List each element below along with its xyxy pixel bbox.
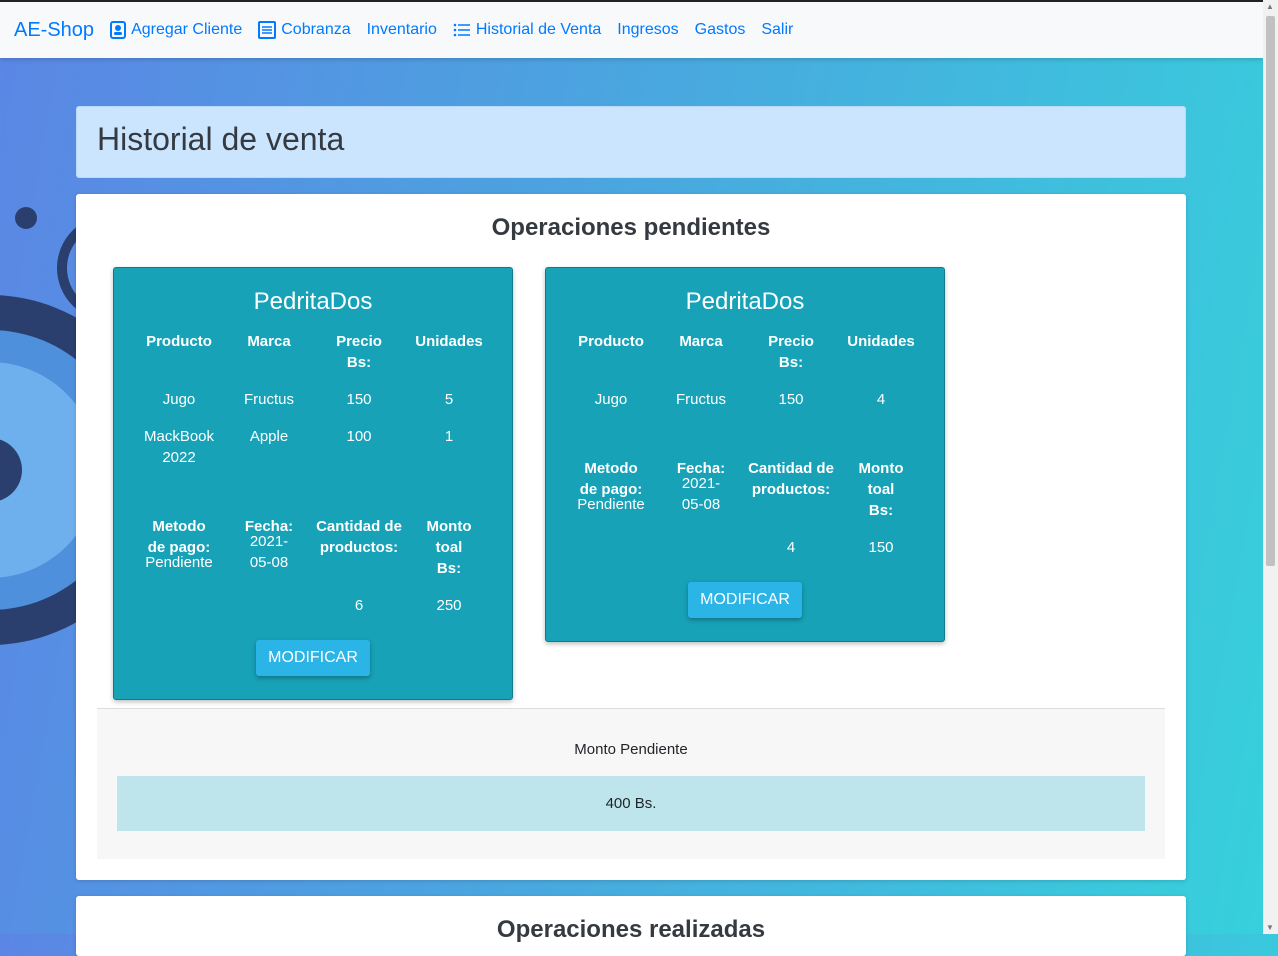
pending-total-footer: Monto Pendiente 400 Bs.	[97, 708, 1165, 859]
section-title: Operaciones realizadas	[496, 916, 766, 943]
pending-amount-label: Monto Pendiente	[574, 741, 688, 758]
summary-table: Metodo de pago: Fecha: Cantidad de produ…	[134, 516, 512, 616]
cell: Pendiente	[145, 554, 213, 571]
products-table: Producto Marca Precio Bs: Unidades Jugo …	[566, 331, 944, 410]
col-header: Unidades	[415, 333, 483, 350]
operation-card: PedritaDos Producto Marca Precio Bs: Uni…	[545, 267, 945, 642]
nav-gastos[interactable]: Gastos	[695, 21, 746, 39]
col-header: Monto toal Bs:	[426, 518, 472, 577]
col-header: Monto toal Bs:	[858, 460, 904, 519]
nav-label: Historial de Venta	[475, 21, 602, 38]
page-title-box: Historial de venta	[76, 106, 1186, 178]
cell: Fructus	[243, 391, 294, 408]
cell: MackBook 2022	[144, 428, 215, 466]
nav-ingresos[interactable]: Ingresos	[617, 21, 678, 39]
col-header: Cantidad de productos:	[748, 460, 834, 498]
list-icon	[453, 23, 470, 37]
nav-label: Ingresos	[617, 21, 679, 38]
modify-button[interactable]: MODIFICAR	[256, 640, 370, 676]
nav-label: Inventario	[366, 21, 437, 38]
person-badge-icon	[110, 21, 127, 39]
cell: Jugo	[594, 391, 628, 408]
cell: 4	[786, 539, 796, 556]
cell: 100	[346, 428, 372, 445]
brand-link[interactable]: AE-Shop	[14, 19, 94, 42]
pending-amount-value: 400 Bs.	[117, 776, 1145, 831]
vertical-scrollbar[interactable]: ▲ ▼	[1263, 0, 1278, 934]
cell: 150	[346, 391, 372, 408]
top-navbar: AE-Shop Agregar Cliente Cobranza Inventa…	[0, 0, 1263, 58]
col-header: Cantidad de productos:	[316, 518, 402, 556]
scrollbar-thumb[interactable]	[1266, 16, 1275, 566]
operation-card: PedritaDos Producto Marca Precio Bs: Uni…	[113, 267, 513, 700]
receipt-icon	[258, 21, 277, 39]
col-header: Unidades	[847, 333, 915, 350]
col-header: Precio Bs:	[768, 333, 814, 371]
nav-historial-venta[interactable]: Historial de Venta	[453, 21, 601, 39]
pending-operations-card: Operaciones pendientes PedritaDos Produc…	[76, 194, 1186, 880]
cell: Pendiente	[577, 496, 645, 513]
client-name: PedritaDos	[253, 288, 373, 315]
cell: Apple	[249, 428, 289, 445]
nav-agregar-cliente[interactable]: Agregar Cliente	[110, 21, 242, 39]
nav-label: Agregar Cliente	[131, 21, 243, 38]
cell: 4	[876, 391, 886, 408]
client-name: PedritaDos	[685, 288, 805, 315]
cell: 6	[354, 597, 364, 614]
cell: 250	[436, 597, 462, 614]
cell: 2021-05-08	[249, 533, 289, 571]
cell: Jugo	[162, 391, 196, 408]
nav-label: Gastos	[694, 21, 746, 38]
scroll-up-icon[interactable]: ▲	[1266, 2, 1274, 11]
cell: 5	[444, 391, 454, 408]
completed-operations-card: Operaciones realizadas	[76, 896, 1186, 956]
col-header: Marca	[679, 333, 723, 350]
cell: 2021-05-08	[681, 475, 721, 513]
page-title: Historial de venta	[97, 121, 345, 157]
col-header: Precio Bs:	[336, 333, 382, 371]
scroll-down-icon[interactable]: ▼	[1266, 923, 1274, 932]
cell: 1	[444, 428, 454, 445]
nav-label: Salir	[761, 21, 794, 38]
nav-salir[interactable]: Salir	[761, 21, 793, 39]
summary-table: Metodo de pago: Fecha: Cantidad de produ…	[566, 458, 944, 558]
col-header: Producto	[578, 333, 644, 350]
cell: Fructus	[675, 391, 726, 408]
col-header: Marca	[247, 333, 291, 350]
section-title: Operaciones pendientes	[491, 214, 771, 241]
cell: 150	[868, 539, 894, 556]
nav-cobranza[interactable]: Cobranza	[258, 21, 351, 39]
nav-inventario[interactable]: Inventario	[367, 21, 437, 39]
modify-button[interactable]: MODIFICAR	[688, 582, 802, 618]
col-header: Producto	[146, 333, 212, 350]
products-table: Producto Marca Precio Bs: Unidades Jugo …	[134, 331, 512, 468]
cell: 150	[778, 391, 804, 408]
nav-label: Cobranza	[281, 21, 351, 38]
